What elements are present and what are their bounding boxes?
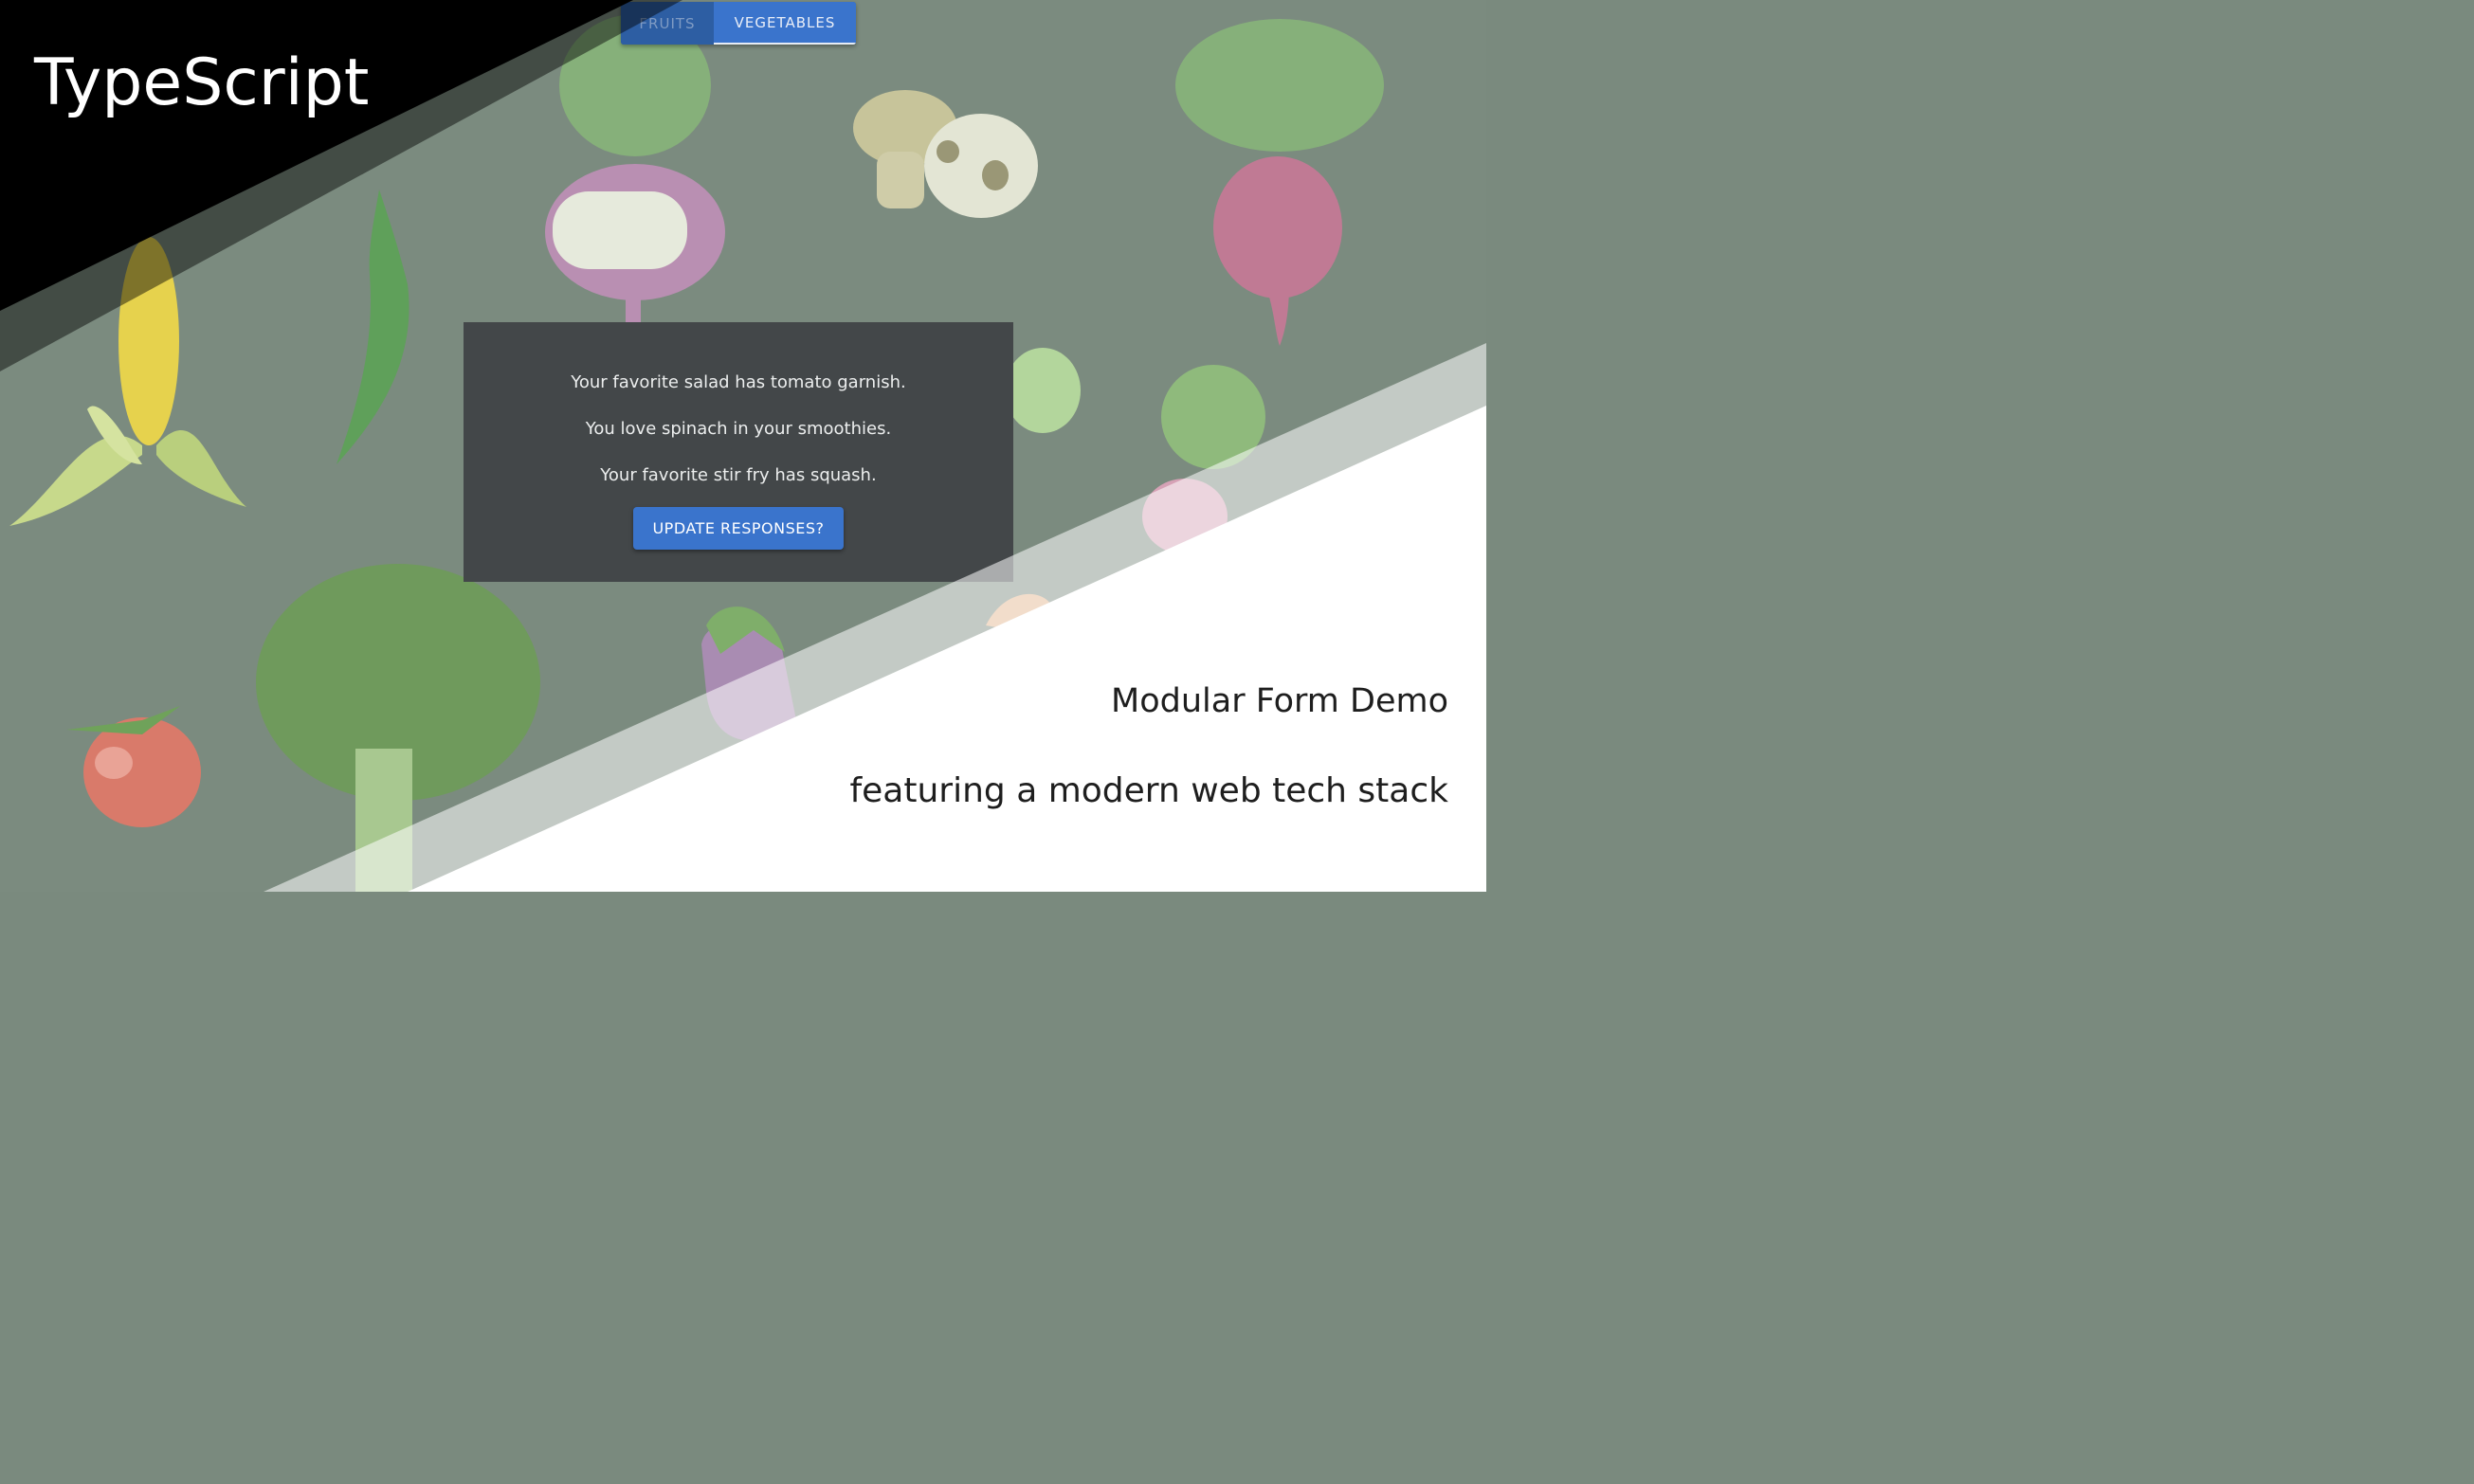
response-line: You love spinach in your smoothies. (585, 419, 892, 439)
cucumber-illustration (1005, 348, 1081, 433)
category-tabs: FRUITS VEGETABLES (621, 2, 856, 45)
background-scene: FRUITS VEGETABLES Your favorite salad ha… (0, 0, 1486, 892)
response-line: Your favorite stir fry has squash. (600, 465, 877, 485)
responses-card: Your favorite salad has tomato garnish. … (464, 322, 1013, 582)
broccoli-illustration (256, 564, 540, 892)
tab-vegetables[interactable]: VEGETABLES (714, 2, 856, 45)
chili-illustration (337, 190, 409, 464)
tab-fruits[interactable]: FRUITS (621, 2, 714, 45)
brand-title: TypeScript (34, 45, 370, 120)
update-responses-button[interactable]: UPDATE RESPONSES? (633, 507, 844, 550)
subtitle: Modular Form Demo (1111, 682, 1448, 720)
tagline: featuring a modern web tech stack (849, 771, 1448, 810)
eggplant-illustration (701, 606, 796, 741)
response-line: Your favorite salad has tomato garnish. (571, 372, 906, 392)
corn-illustration (9, 237, 246, 526)
turnip-illustration (545, 14, 725, 322)
radish-illustration (1175, 19, 1384, 346)
small-radish-illustration (1142, 365, 1265, 554)
mushroom-illustration (853, 90, 1038, 218)
carrot-illustration (986, 593, 1052, 630)
tomato-illustration (66, 706, 201, 827)
